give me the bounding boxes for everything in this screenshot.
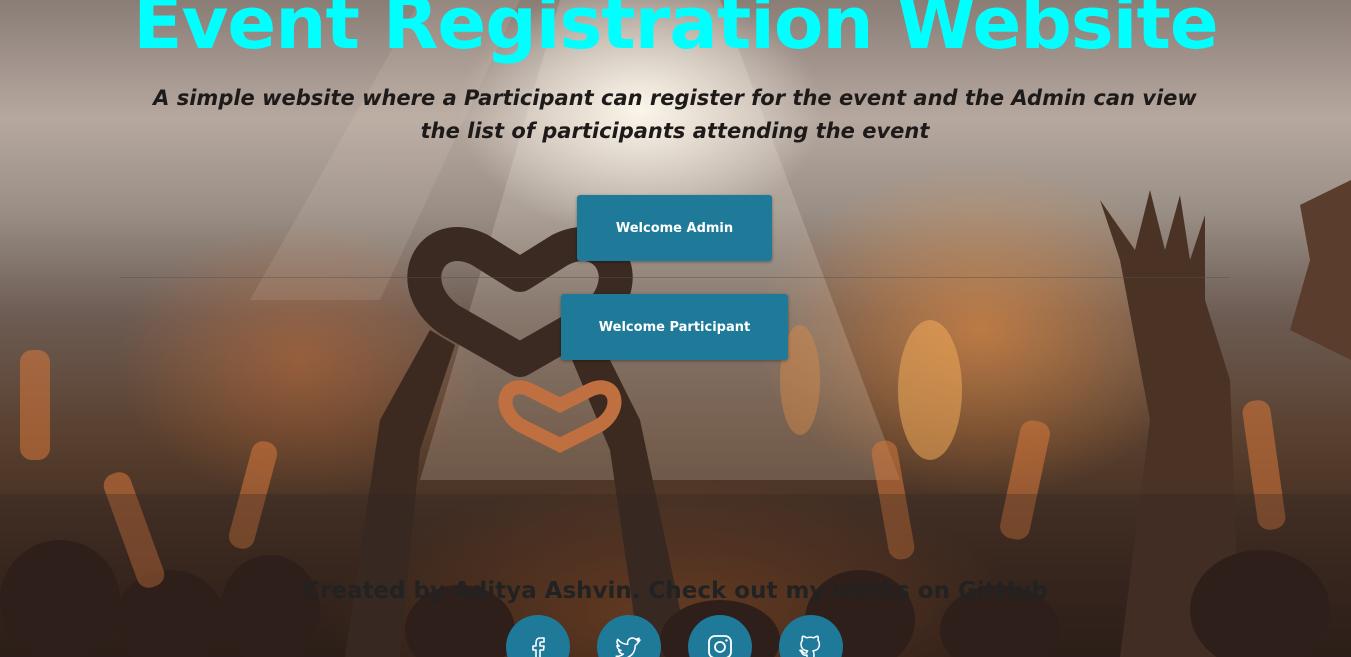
page-title: Event Registration Website	[133, 0, 1218, 65]
section-divider	[120, 277, 1230, 278]
footer-credit-text: Created by Aditya Ashvin. Check out my w…	[303, 578, 1048, 604]
welcome-admin-button[interactable]: Welcome Admin	[577, 195, 772, 261]
page-subtitle: A simple website where a Participant can…	[153, 86, 1197, 143]
landing-page: Event Registration Website A simple webs…	[0, 0, 1351, 657]
instagram-icon	[708, 635, 732, 657]
facebook-icon	[532, 637, 545, 657]
github-icon	[799, 635, 821, 657]
twitter-icon	[615, 637, 641, 657]
welcome-participant-button[interactable]: Welcome Participant	[561, 294, 788, 360]
